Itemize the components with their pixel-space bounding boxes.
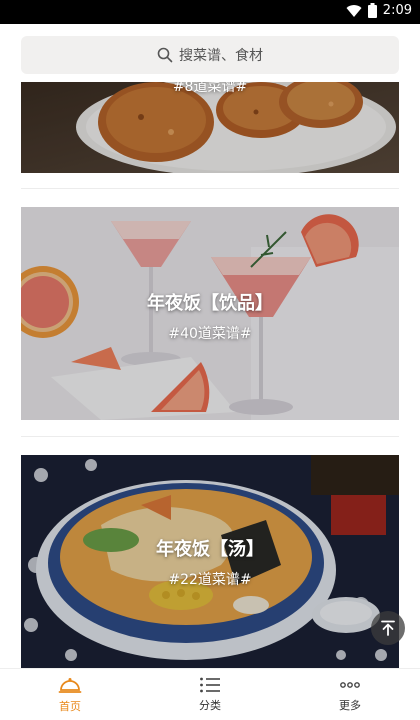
app-screen: 2:09 搜菜谱、食材 #8道菜谱# 年夜饭【饮品】 #40道菜谱# 年夜饭【汤…	[0, 0, 420, 720]
nav-label-more: 更多	[339, 699, 361, 712]
search-header: 搜菜谱、食材	[0, 24, 420, 82]
wifi-icon	[346, 4, 362, 17]
nav-item-home[interactable]: 首页	[0, 669, 140, 720]
nav-item-category[interactable]: 分类	[140, 669, 280, 720]
list-icon	[200, 677, 220, 693]
status-bar: 2:09	[0, 0, 420, 24]
recipe-title: 年夜饭【汤】	[156, 539, 264, 560]
search-icon	[157, 47, 173, 63]
nav-label-home: 首页	[59, 700, 81, 713]
nav-item-more[interactable]: 更多	[280, 669, 420, 720]
search-input[interactable]: 搜菜谱、食材	[21, 36, 399, 74]
recipe-card[interactable]: 年夜饭【汤】 #22道菜谱#	[21, 455, 399, 668]
image-overlay	[21, 455, 399, 668]
recipe-feed[interactable]: #8道菜谱# 年夜饭【饮品】 #40道菜谱# 年夜饭【汤】 #22道菜谱#	[0, 82, 420, 668]
card-divider	[21, 436, 399, 437]
recipe-card[interactable]: 年夜饭【饮品】 #40道菜谱#	[21, 207, 399, 420]
recipe-count: #40道菜谱#	[168, 326, 252, 342]
more-dots-icon	[340, 682, 360, 688]
status-time: 2:09	[382, 3, 412, 18]
arrow-up-icon	[381, 620, 395, 636]
bottom-navigation: 首页 分类 更多	[0, 668, 420, 720]
back-to-top-button[interactable]	[371, 611, 405, 645]
recipe-count: #8道菜谱#	[172, 82, 248, 95]
battery-icon	[367, 3, 377, 18]
chef-hat-icon	[58, 678, 82, 693]
recipe-count: #22道菜谱#	[168, 572, 252, 588]
search-placeholder: 搜菜谱、食材	[179, 48, 263, 64]
nav-label-category: 分类	[199, 699, 221, 712]
card-divider	[21, 188, 399, 189]
recipe-title: 年夜饭【饮品】	[147, 293, 273, 314]
recipe-card[interactable]: #8道菜谱#	[21, 82, 399, 173]
